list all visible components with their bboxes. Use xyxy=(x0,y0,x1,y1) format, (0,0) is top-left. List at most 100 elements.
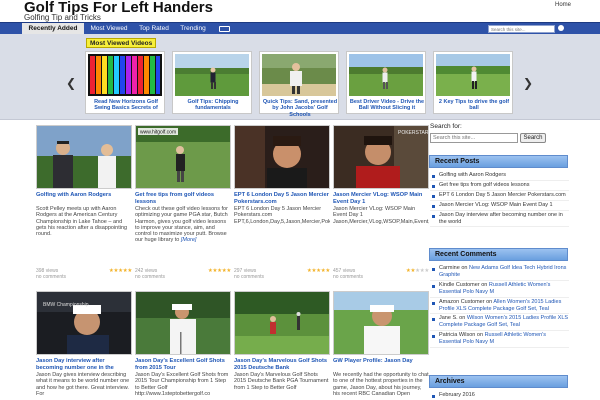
post-excerpt: Jason Day's Marvelous Golf Shots 2015 De… xyxy=(234,372,329,391)
video-thumbnail[interactable] xyxy=(349,54,423,96)
post-meta: 398 views no comments ★★★★★ xyxy=(36,268,132,280)
video-thumbnail[interactable]: www.hitgolf.com xyxy=(135,125,231,189)
carousel-caption[interactable]: Read New Horizons Golf Swing Basics Secr… xyxy=(88,99,164,112)
more-link[interactable]: [More] xyxy=(181,237,197,243)
post-excerpt: We recently had the opportunity to chat … xyxy=(333,372,429,397)
comment-author: Patricia Wilson xyxy=(439,332,476,339)
svg-text:BMW Championship: BMW Championship xyxy=(43,302,89,308)
comment-count[interactable]: no comments xyxy=(36,274,132,280)
video-post: GW Player Profile: Jason Day We recently… xyxy=(333,291,429,400)
video-thumbnail[interactable] xyxy=(234,125,330,189)
nav-more-dropdown[interactable] xyxy=(219,26,230,32)
video-thumbnail[interactable] xyxy=(436,54,510,96)
carousel-item[interactable]: Golf Tips: Chipping fundamentals xyxy=(172,51,252,114)
carousel-next-icon[interactable]: ❯ xyxy=(523,76,533,90)
list-item: Jane S. on Wilson Women's 2015 Ladies Pr… xyxy=(430,314,569,332)
comment-count[interactable]: no comments xyxy=(135,274,231,280)
most-viewed-carousel: Most Viewed Videos ❮ ❯ Read New Horizons… xyxy=(0,34,600,120)
svg-text:POKERSTARS: POKERSTARS xyxy=(398,130,429,136)
list-item[interactable]: Golfing with Aaron Rodgers xyxy=(430,171,569,181)
comment-author: Jane S. xyxy=(439,315,458,322)
video-thumbnail[interactable]: BMW Championship xyxy=(36,291,132,355)
video-thumbnail[interactable] xyxy=(88,54,162,96)
list-item: Carmine on New Adams Golf Idea Tech Hybr… xyxy=(430,264,569,281)
carousel-caption[interactable]: 2 Key Tips to drive the golf ball xyxy=(436,99,512,112)
post-title[interactable]: Jason Day's Excellent Golf Shots from 20… xyxy=(135,358,231,371)
video-thumbnail[interactable] xyxy=(333,291,429,355)
carousel-item[interactable]: Read New Horizons Golf Swing Basics Secr… xyxy=(85,51,165,114)
post-excerpt: EPT 6 London Day 5 Jason Mercier Pokerst… xyxy=(234,206,330,225)
sidebar: Search for: Search Recent Posts Golfing … xyxy=(428,121,569,400)
search-button[interactable]: Search xyxy=(520,133,546,143)
carousel-item[interactable]: Best Driver Video - Drive the Ball Witho… xyxy=(346,51,426,114)
video-thumbnail[interactable] xyxy=(175,54,249,96)
list-item[interactable]: EPT 6 London Day 5 Jason Mercier Pokerst… xyxy=(430,191,569,201)
recent-comments-list: Carmine on New Adams Golf Idea Tech Hybr… xyxy=(430,264,569,349)
post-title[interactable]: Get free tips from golf videos lessons xyxy=(135,192,231,205)
video-post: POKERSTARS Jason Mercier VLog: WSOP Main… xyxy=(333,125,429,285)
video-post: Golfing with Aaron Rodgers Scott Pelley … xyxy=(36,125,132,285)
video-post: www.hitgolf.com Get free tips from golf … xyxy=(135,125,231,285)
post-excerpt: Jason Day gives interview describing wha… xyxy=(36,372,130,397)
post-meta: 457 views no comments ★★★★★ xyxy=(333,268,429,280)
carousel-heading: Most Viewed Videos xyxy=(86,38,157,48)
post-title[interactable]: Golfing with Aaron Rodgers xyxy=(36,192,132,199)
carousel-item[interactable]: 2 Key Tips to drive the golf ball xyxy=(433,51,513,114)
list-item: Amazon Customer on Allen Women's 2015 La… xyxy=(430,298,569,315)
nav-search-input[interactable] xyxy=(488,25,555,33)
video-thumbnail[interactable] xyxy=(36,125,132,189)
comment-count[interactable]: no comments xyxy=(234,274,330,280)
post-meta: 242 views no comments ★★★★★ xyxy=(135,268,231,280)
comment-count[interactable]: no comments xyxy=(333,274,429,280)
home-link[interactable]: Home xyxy=(555,2,571,8)
video-thumbnail[interactable] xyxy=(135,291,231,355)
list-item[interactable]: Jason Day interview after becoming numbe… xyxy=(430,211,569,228)
recent-posts-heading: Recent Posts xyxy=(429,155,568,168)
recent-posts-list: Golfing with Aaron Rodgers Get free tips… xyxy=(430,171,569,228)
video-thumbnail[interactable] xyxy=(262,54,336,96)
comment-author: Carmine xyxy=(439,265,460,271)
list-item[interactable]: Get free tips from golf videos lessons xyxy=(430,181,569,191)
post-excerpt: Check out these golf video lessons for o… xyxy=(135,206,228,244)
archives-heading: Archives xyxy=(429,375,568,388)
post-excerpt: Jason Mercier VLog: WSOP Main Event Day … xyxy=(333,206,429,225)
post-title[interactable]: Jason Mercier VLog: WSOP Main Event Day … xyxy=(333,192,429,205)
svg-text:www.hitgolf.com: www.hitgolf.com xyxy=(140,130,176,136)
list-item: Patricia Wilson on Russell Athletic Wome… xyxy=(430,331,569,349)
comment-author: Amazon Customer xyxy=(439,298,485,305)
recent-comments-heading: Recent Comments xyxy=(429,248,568,261)
site-tagline: Golfing Tip and Tricks xyxy=(24,13,101,22)
carousel-caption[interactable]: Golf Tips: Chipping fundamentals xyxy=(175,99,251,112)
post-title[interactable]: Jason Day interview after becoming numbe… xyxy=(36,358,132,371)
carousel-caption[interactable]: Quick Tips: Sand, presented by John Jaco… xyxy=(262,99,338,118)
post-title[interactable]: Jason Day's Marvelous Golf Shots 2015 De… xyxy=(234,358,330,371)
list-item: Kindle Customer on Russell Athletic Wome… xyxy=(430,281,569,298)
carousel-prev-icon[interactable]: ❮ xyxy=(66,76,76,90)
post-title[interactable]: GW Player Profile: Jason Day xyxy=(333,358,429,365)
nav-search-icon[interactable] xyxy=(558,25,564,31)
star-rating[interactable]: ★★★★★ xyxy=(109,268,132,274)
post-excerpt: Jason Day's Excellent Golf Shots from 20… xyxy=(135,372,229,397)
page: Golf Tips For Left Handers Golfing Tip a… xyxy=(0,0,600,400)
post-meta: 297 views no comments ★★★★★ xyxy=(234,268,330,280)
search-label: Search for: xyxy=(430,123,462,130)
list-item[interactable]: Jason Mercier VLog: WSOP Main Event Day … xyxy=(430,201,569,211)
list-item[interactable]: February 2016 xyxy=(430,391,569,400)
comment-author: Kindle Customer xyxy=(439,281,480,288)
video-post: BMW Championship Jason Day interview aft… xyxy=(36,291,132,400)
star-rating[interactable]: ★★★★★ xyxy=(406,268,429,274)
site-header: Golf Tips For Left Handers Golfing Tip a… xyxy=(0,0,600,22)
sidebar-search-input[interactable] xyxy=(430,133,518,143)
star-rating[interactable]: ★★★★★ xyxy=(307,268,330,274)
post-title[interactable]: EPT 6 London Day 5 Jason Mercier Pokerst… xyxy=(234,192,330,205)
video-thumbnail[interactable] xyxy=(234,291,330,355)
carousel-caption[interactable]: Best Driver Video - Drive the Ball Witho… xyxy=(349,99,425,112)
carousel-item[interactable]: Quick Tips: Sand, presented by John Jaco… xyxy=(259,51,339,118)
main-nav: Recently Added Most Viewed Top Rated Tre… xyxy=(0,22,600,35)
video-thumbnail[interactable]: POKERSTARS xyxy=(333,125,429,189)
video-post: Jason Day's Excellent Golf Shots from 20… xyxy=(135,291,231,400)
video-post: EPT 6 London Day 5 Jason Mercier Pokerst… xyxy=(234,125,330,285)
archives-list: February 2016 xyxy=(430,391,569,400)
post-excerpt: Scott Pelley meets up with Aaron Rodgers… xyxy=(36,206,128,238)
star-rating[interactable]: ★★★★★ xyxy=(208,268,231,274)
